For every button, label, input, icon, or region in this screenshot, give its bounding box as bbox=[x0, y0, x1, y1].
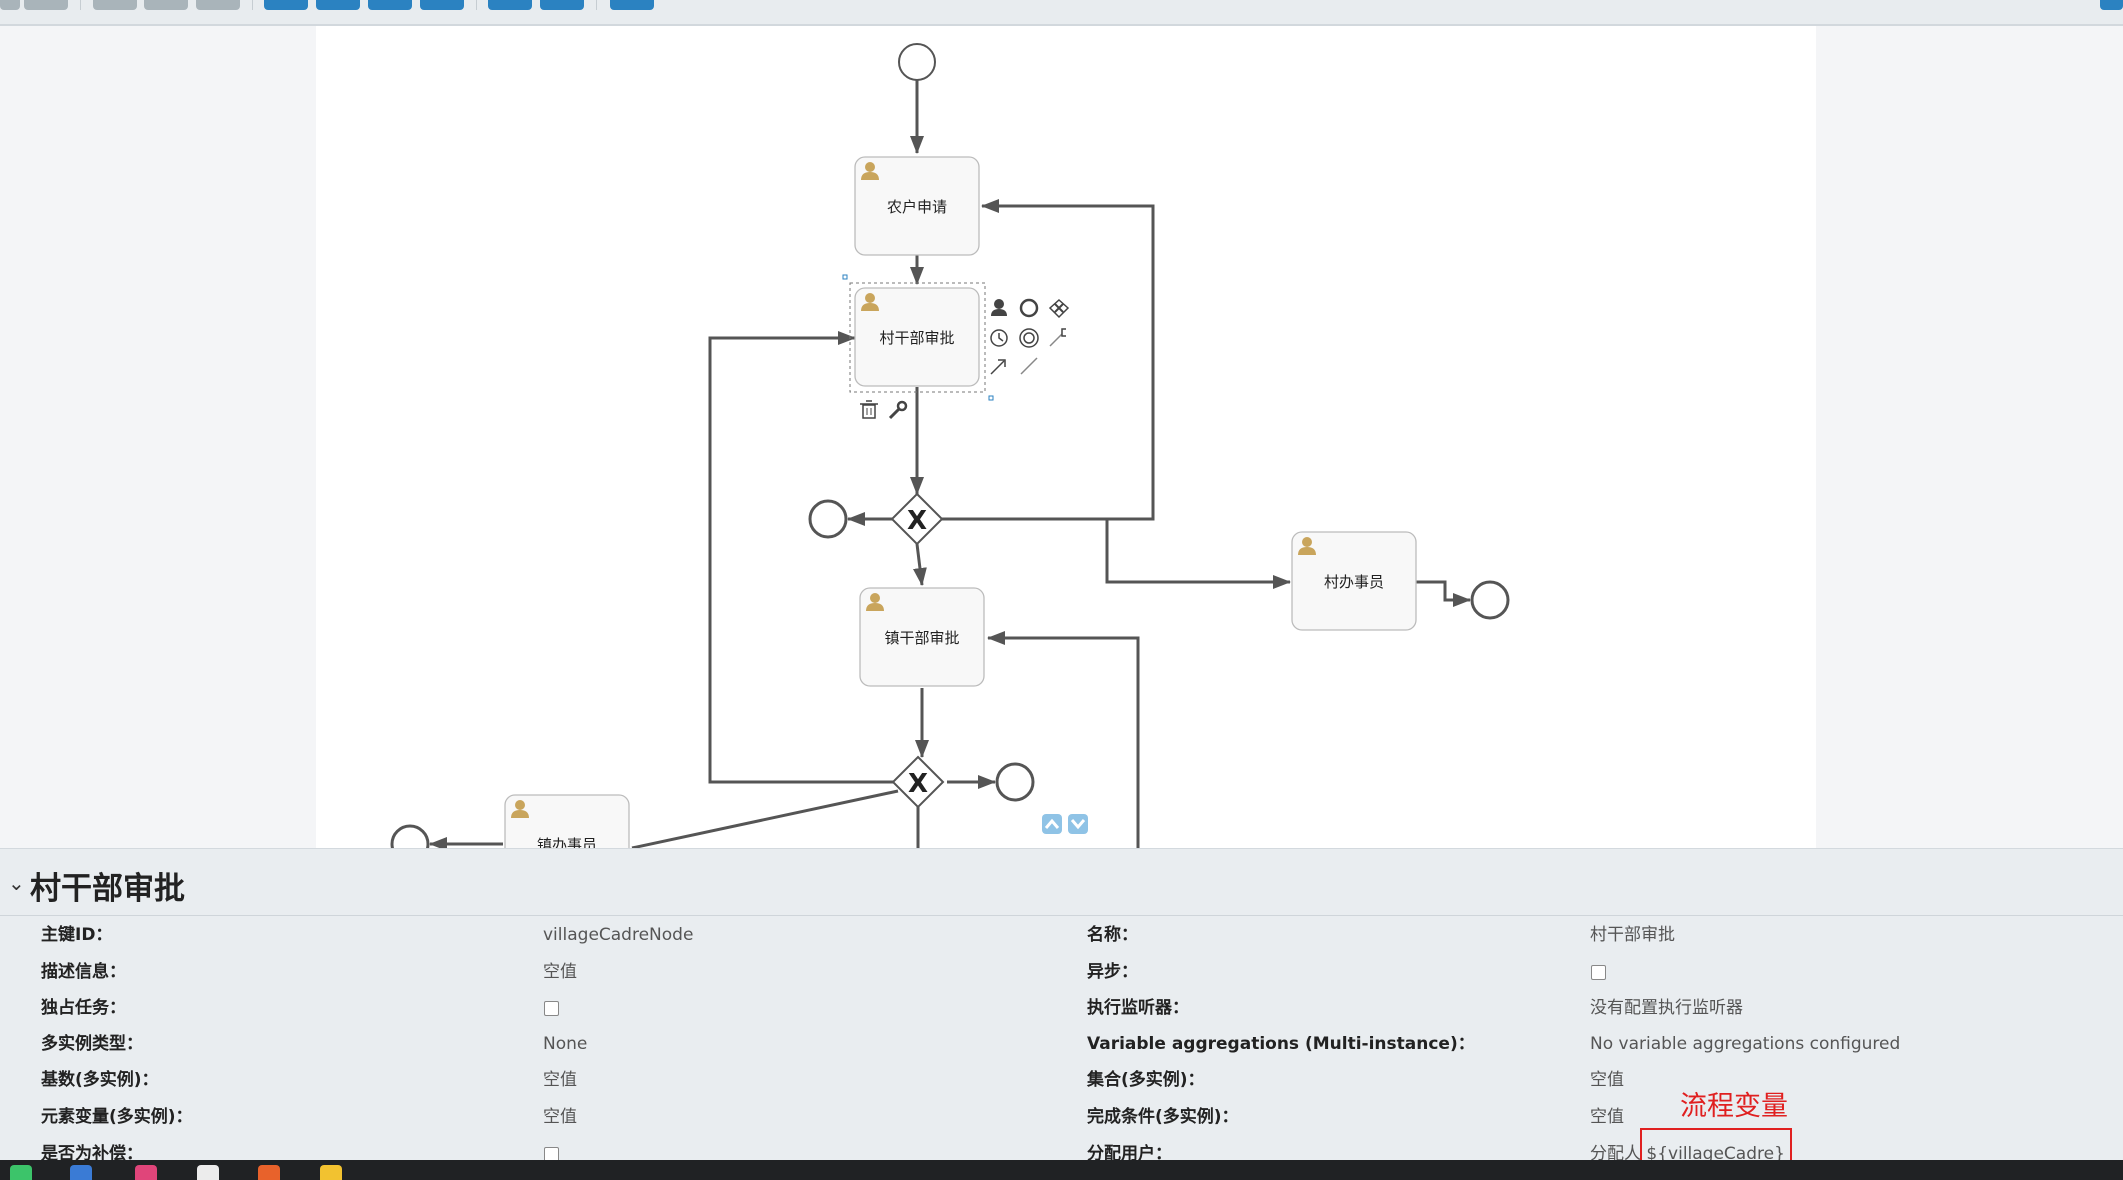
app-icon[interactable] bbox=[320, 1165, 342, 1180]
property-row: 独占任务： 执行监听器： 没有配置执行监听器 bbox=[0, 993, 2123, 1023]
property-row: 主键ID： villageCadreNode 名称： 村干部审批 bbox=[0, 920, 2123, 950]
property-value[interactable]: None bbox=[543, 1029, 587, 1059]
property-label: 异步： bbox=[1087, 962, 1138, 982]
start-event[interactable] bbox=[898, 43, 936, 81]
property-value[interactable]: 空值 bbox=[1590, 1102, 1624, 1132]
task-label: 村办事员 bbox=[1324, 573, 1384, 591]
sequence-flow bbox=[631, 789, 899, 848]
task-farmer-apply[interactable]: 农户申请 bbox=[854, 156, 980, 256]
task-label: 村干部审批 bbox=[879, 329, 954, 347]
task-village-cadre-approve[interactable]: 村干部审批 bbox=[854, 287, 980, 387]
append-annotation-icon[interactable] bbox=[1049, 328, 1066, 347]
append-timer-event-icon[interactable] bbox=[990, 329, 1008, 347]
property-value[interactable]: 没有配置执行监听器 bbox=[1590, 993, 1743, 1023]
panel-title: 村干部审批 bbox=[30, 871, 185, 907]
property-label: Variable aggregations (Multi-instance)： bbox=[1087, 1034, 1475, 1054]
property-value[interactable]: 空值 bbox=[543, 1065, 577, 1095]
os-taskbar bbox=[0, 1160, 2123, 1180]
append-end-event-icon[interactable] bbox=[1019, 298, 1039, 318]
property-label: 名称： bbox=[1087, 925, 1138, 945]
scroll-down-icon[interactable] bbox=[1068, 814, 1088, 834]
append-intermediate-event-icon[interactable] bbox=[1019, 328, 1039, 348]
sequence-flow bbox=[1416, 580, 1471, 607]
task-label: 农户申请 bbox=[887, 198, 947, 216]
append-user-task-icon[interactable] bbox=[991, 299, 1007, 316]
sequence-flow bbox=[1105, 519, 1291, 589]
gateway-symbol: X bbox=[908, 769, 928, 799]
property-row: 描述信息： 空值 异步： bbox=[0, 957, 2123, 987]
chevron-down-icon[interactable]: ⌄ bbox=[8, 871, 25, 895]
property-label: 集合(多实例)： bbox=[1087, 1070, 1205, 1090]
property-value[interactable]: villageCadreNode bbox=[543, 920, 693, 950]
bpmn-diagram: 农户申请 村干部审批 X 村办事员 镇干部审批 X 镇办事员 bbox=[390, 43, 1510, 848]
property-label: 描述信息： bbox=[41, 962, 126, 982]
task-label: 镇干部审批 bbox=[884, 629, 959, 647]
append-gateway-icon[interactable] bbox=[1048, 298, 1070, 319]
property-row: 多实例类型： None Variable aggregations (Multi… bbox=[0, 1029, 2123, 1059]
app-icon[interactable] bbox=[197, 1165, 219, 1180]
property-value[interactable]: 村干部审批 bbox=[1590, 920, 1675, 950]
connect-line-icon[interactable] bbox=[1020, 357, 1038, 375]
async-checkbox[interactable] bbox=[1591, 965, 1606, 980]
end-event[interactable] bbox=[995, 762, 1035, 802]
property-label: 独占任务： bbox=[41, 998, 126, 1018]
connect-arrow-icon[interactable] bbox=[990, 359, 1006, 375]
resize-handle[interactable] bbox=[842, 274, 848, 280]
delete-icon[interactable] bbox=[860, 400, 878, 419]
panel-header[interactable]: ⌄ 村干部审批 bbox=[0, 849, 2123, 916]
property-label: 多实例类型： bbox=[41, 1034, 143, 1054]
task-town-cadre-approve[interactable]: 镇干部审批 bbox=[859, 587, 985, 687]
property-row: 基数(多实例)： 空值 集合(多实例)： 空值 bbox=[0, 1065, 2123, 1095]
wrench-icon[interactable] bbox=[888, 400, 908, 420]
app-icon[interactable] bbox=[258, 1165, 280, 1180]
exclusive-gateway[interactable]: X bbox=[891, 755, 945, 809]
property-label: 执行监听器： bbox=[1087, 998, 1189, 1018]
sequence-flow bbox=[912, 543, 927, 586]
sequence-flow bbox=[987, 631, 1140, 848]
exclusive-gateway[interactable]: X bbox=[890, 492, 944, 546]
property-row: 元素变量(多实例)： 空值 完成条件(多实例)： 空值 bbox=[0, 1102, 2123, 1132]
property-label: 完成条件(多实例)： bbox=[1087, 1107, 1239, 1127]
property-label: 基数(多实例)： bbox=[41, 1070, 159, 1090]
property-label: 主键ID： bbox=[41, 925, 113, 945]
end-event[interactable] bbox=[1470, 580, 1510, 620]
property-label: 元素变量(多实例)： bbox=[41, 1107, 193, 1127]
end-event[interactable] bbox=[808, 499, 848, 539]
app-icon[interactable] bbox=[135, 1165, 157, 1180]
annotation-label: 流程变量 bbox=[1680, 1091, 1788, 1122]
task-village-clerk[interactable]: 村办事员 bbox=[1291, 531, 1417, 631]
exclusive-checkbox[interactable] bbox=[544, 1001, 559, 1016]
property-value[interactable]: 空值 bbox=[1590, 1065, 1624, 1095]
scroll-up-icon[interactable] bbox=[1042, 814, 1062, 834]
app-icon[interactable] bbox=[70, 1165, 92, 1180]
app-icon[interactable] bbox=[10, 1165, 32, 1180]
property-value[interactable]: 空值 bbox=[543, 957, 577, 987]
gateway-symbol: X bbox=[907, 506, 927, 536]
property-value[interactable]: 空值 bbox=[543, 1102, 577, 1132]
resize-handle[interactable] bbox=[988, 395, 994, 401]
property-value[interactable]: No variable aggregations configured bbox=[1590, 1029, 1900, 1059]
